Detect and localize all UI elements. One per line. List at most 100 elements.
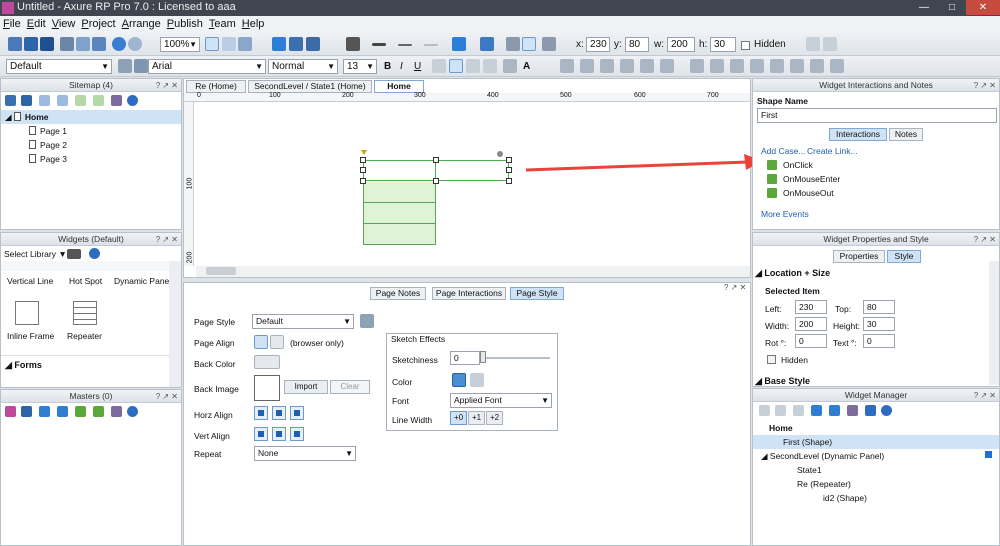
create-link-link[interactable]: Create Link...	[807, 146, 858, 156]
event-onmouseenter[interactable]: OnMouseEnter	[767, 174, 840, 184]
move-up-icon[interactable]	[39, 406, 50, 417]
top-input[interactable]: 80	[863, 300, 895, 314]
scroll-thumb[interactable]	[206, 267, 236, 275]
color-mode-icon[interactable]	[452, 373, 466, 387]
resize-handle[interactable]	[360, 167, 366, 173]
vert-align-middle-icon[interactable]	[272, 427, 286, 441]
horz-align-left-icon[interactable]	[254, 406, 268, 420]
align-left-edge-icon[interactable]	[770, 59, 784, 73]
menu-file[interactable]: File	[0, 16, 24, 33]
more-events-link[interactable]: More Events	[761, 209, 809, 219]
tab-re-home[interactable]: Re (Home)	[186, 80, 246, 93]
repeat-select[interactable]: None ▼	[254, 446, 356, 461]
panel-controls-icon[interactable]: ? ↗ ✕	[724, 283, 746, 292]
sitemap-item-page-1[interactable]: Page 1	[1, 124, 181, 138]
shadow-icon[interactable]	[480, 37, 494, 51]
page-style-select[interactable]: Default ▼	[252, 314, 354, 329]
delete-master-icon[interactable]	[111, 406, 122, 417]
properties-scrollbar[interactable]	[989, 261, 999, 385]
base-style-section[interactable]: ◢ Base Style	[755, 376, 810, 387]
event-onmouseout[interactable]: OnMouseOut	[767, 188, 834, 198]
justify-icon[interactable]	[503, 59, 517, 73]
ungroup-icon[interactable]	[710, 59, 724, 73]
search-icon[interactable]	[127, 95, 138, 106]
line-width-icon[interactable]	[372, 43, 386, 46]
align-center-icon[interactable]	[466, 59, 480, 73]
panel-visibility-icon[interactable]	[985, 451, 992, 458]
line-width-plus-0[interactable]: +0	[450, 411, 467, 425]
indent-icon[interactable]	[75, 95, 86, 106]
menu-view[interactable]: View	[49, 16, 79, 33]
widget-hot-spot[interactable]: Hot Spot	[69, 276, 102, 286]
manager-item-id2[interactable]: id2 (Shape)	[753, 491, 999, 505]
menu-project[interactable]: Project	[78, 16, 118, 33]
select-mode-icon[interactable]	[205, 37, 219, 51]
new-icon[interactable]	[8, 37, 22, 51]
edit-state-icon[interactable]	[793, 405, 804, 416]
back-color-picker-icon[interactable]	[254, 355, 280, 369]
edit-style-icon[interactable]	[360, 314, 374, 328]
cut-icon[interactable]	[60, 37, 74, 51]
page-align-left-icon[interactable]	[254, 335, 268, 349]
align-top-icon[interactable]	[506, 37, 520, 51]
w-input[interactable]: 200	[667, 37, 695, 52]
rotation-input[interactable]: 0	[795, 334, 827, 348]
widget-dynamic-panel[interactable]: Dynamic Panel	[114, 276, 171, 286]
repeater-row-1[interactable]	[363, 182, 436, 203]
repeater-row-3[interactable]	[363, 224, 436, 245]
sitemap-item-page-3[interactable]: Page 3	[1, 152, 181, 166]
page-align-center-icon[interactable]	[270, 335, 284, 349]
connector-icon[interactable]	[222, 37, 236, 51]
undo-icon[interactable]	[112, 37, 126, 51]
tab-page-style[interactable]: Page Style	[510, 287, 564, 300]
menu-arrange[interactable]: Arrange	[119, 16, 164, 33]
add-folder-icon[interactable]	[21, 406, 32, 417]
generate-icon[interactable]	[306, 37, 320, 51]
move-down-icon[interactable]	[57, 95, 68, 106]
move-up-icon[interactable]	[39, 95, 50, 106]
publish-icon[interactable]	[289, 37, 303, 51]
shape-first-left[interactable]	[363, 160, 436, 181]
left-input[interactable]: 230	[795, 300, 827, 314]
open-icon[interactable]	[24, 37, 38, 51]
copy-icon[interactable]	[76, 37, 90, 51]
add-case-link[interactable]: Add Case...	[761, 146, 805, 156]
underline-icon[interactable]: U	[414, 59, 421, 74]
tab-interactions[interactable]: Interactions	[829, 128, 887, 141]
point-icon[interactable]	[238, 37, 252, 51]
search-icon[interactable]	[881, 405, 892, 416]
hidden-checkbox[interactable]	[741, 41, 750, 50]
import-button[interactable]: Import	[284, 380, 328, 394]
widget-inline-frame[interactable]: Inline Frame	[7, 331, 54, 341]
panel-controls-icon[interactable]: ? ↗ ✕	[156, 390, 178, 403]
delete-icon[interactable]	[847, 405, 858, 416]
search-icon[interactable]	[127, 406, 138, 417]
tab-page-interactions[interactable]: Page Interactions	[432, 287, 506, 300]
panel-controls-icon[interactable]: ? ↗ ✕	[974, 233, 996, 246]
group-icon[interactable]	[690, 59, 704, 73]
vert-align-top-icon[interactable]	[254, 427, 268, 441]
panel-controls-icon[interactable]: ? ↗ ✕	[974, 389, 996, 402]
text-rotation-input[interactable]: 0	[863, 334, 895, 348]
line-width-plus-2[interactable]: +2	[486, 411, 503, 425]
panel-controls-icon[interactable]: ? ↗ ✕	[974, 79, 996, 92]
maximize-button[interactable]: □	[938, 0, 966, 15]
style-select[interactable]: Default ▼	[6, 59, 112, 74]
toolbar-more-icon[interactable]	[823, 37, 837, 51]
sketchiness-slider[interactable]	[482, 357, 550, 359]
line-width-plus-1[interactable]: +1	[468, 411, 485, 425]
h-input[interactable]: 30	[710, 37, 736, 52]
location-size-section[interactable]: ◢ Location + Size	[755, 268, 830, 279]
repeater-row-2[interactable]	[363, 203, 436, 224]
move-down-icon[interactable]	[57, 406, 68, 417]
align-middle-icon[interactable]	[522, 37, 536, 51]
bold-icon[interactable]: B	[384, 59, 391, 74]
menu-team[interactable]: Team	[206, 16, 239, 33]
filter-icon[interactable]	[865, 405, 876, 416]
panel-controls-icon[interactable]: ? ↗ ✕	[156, 79, 178, 92]
slider-thumb[interactable]	[480, 351, 486, 363]
bullet-icon[interactable]	[432, 59, 446, 73]
grayscale-mode-icon[interactable]	[470, 373, 484, 387]
align-top-edge-icon[interactable]	[830, 59, 844, 73]
move-up-icon[interactable]	[811, 405, 822, 416]
